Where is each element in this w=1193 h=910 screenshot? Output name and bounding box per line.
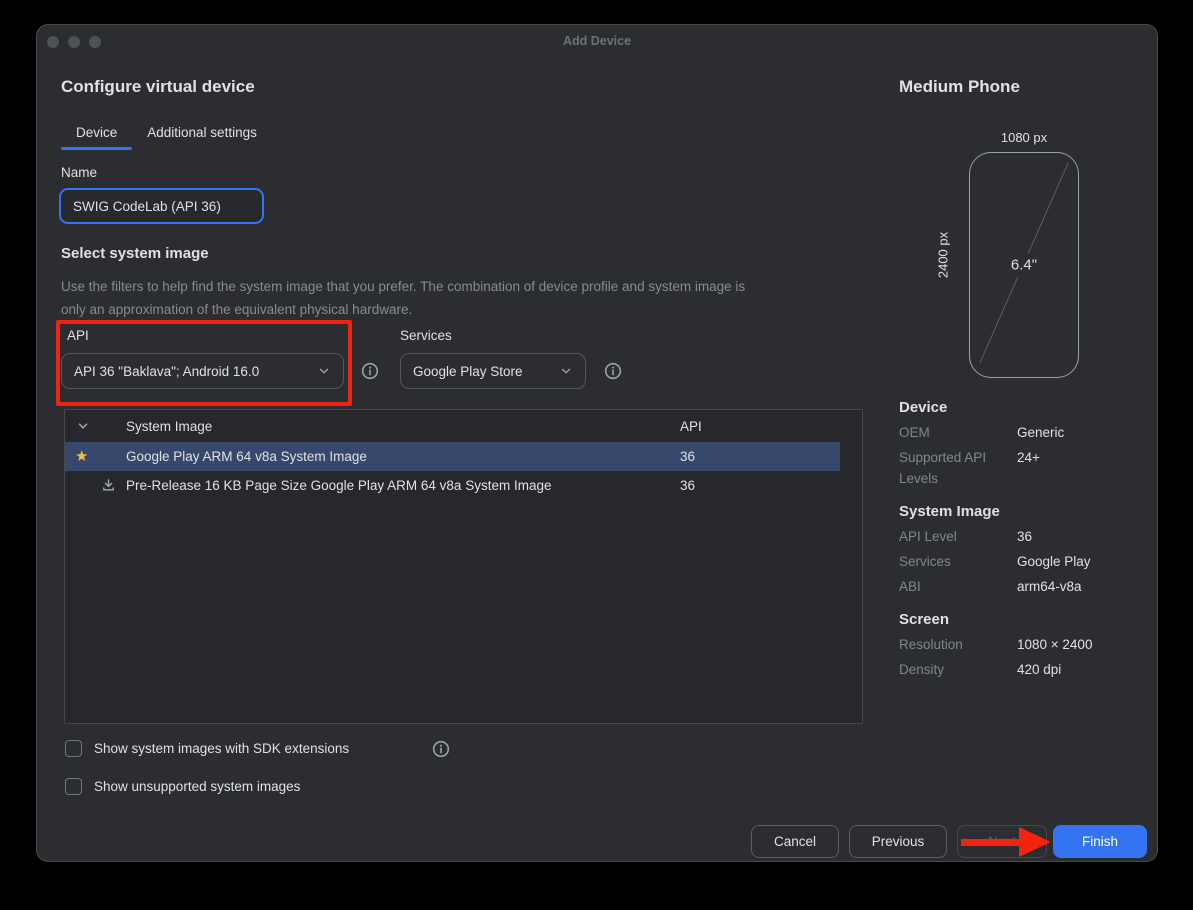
tab-device[interactable]: Device — [61, 119, 132, 150]
phone-outline: 6.4" — [969, 152, 1079, 378]
previous-button[interactable]: Previous — [849, 825, 947, 858]
tab-additional-settings[interactable]: Additional settings — [132, 119, 272, 150]
spec-value: 420 dpi — [1017, 659, 1161, 680]
diagram-height-label: 2400 px — [936, 232, 951, 278]
services-filter-dropdown[interactable]: Google Play Store — [400, 353, 586, 389]
page-title: Configure virtual device — [61, 77, 255, 97]
spec-label: OEM — [899, 422, 1017, 443]
spec-value: Generic — [1017, 422, 1161, 443]
api-filter-label: API — [67, 328, 89, 343]
name-label: Name — [61, 165, 97, 180]
add-device-dialog: Add Device Configure virtual device Devi… — [36, 24, 1158, 862]
unsupported-images-checkbox[interactable] — [65, 778, 82, 795]
spec-label: ABI — [899, 576, 1017, 597]
chevron-down-icon — [559, 364, 573, 378]
table-row[interactable]: ★ Google Play ARM 64 v8a System Image 36 — [65, 442, 840, 471]
spec-value: 24+ — [1017, 447, 1161, 468]
download-icon — [101, 478, 116, 493]
spec-value: Google Play — [1017, 551, 1161, 572]
unsupported-images-label: Show unsupported system images — [94, 779, 300, 794]
star-icon: ★ — [75, 449, 88, 464]
select-system-image-heading: Select system image — [61, 245, 209, 262]
api-filter-value: API 36 "Baklava"; Android 16.0 — [74, 364, 259, 379]
sdk-extensions-checkbox[interactable] — [65, 740, 82, 757]
api-info-icon[interactable] — [361, 362, 379, 380]
spec-value: 36 — [1017, 526, 1161, 547]
next-button-disabled: Next — [957, 825, 1047, 858]
device-diagram: 1080 px 2400 px 6.4" — [899, 105, 1161, 385]
name-input[interactable] — [59, 188, 264, 224]
spec-label: Density — [899, 659, 1017, 680]
system-image-api: 36 — [680, 478, 862, 493]
diagram-width-label: 1080 px — [969, 130, 1079, 145]
diagram-screen-size-label: 6.4" — [1005, 254, 1043, 277]
finish-button[interactable]: Finish — [1053, 825, 1147, 858]
system-image-api: 36 — [680, 449, 840, 464]
device-details-panel: Medium Phone 1080 px 2400 px 6.4" Device… — [899, 77, 1161, 684]
select-system-image-description: Use the filters to help find the system … — [61, 275, 761, 321]
device-profile-name: Medium Phone — [899, 77, 1161, 97]
services-filter-value: Google Play Store — [413, 364, 523, 379]
services-filter-label: Services — [400, 328, 452, 343]
table-header-row: System Image API — [65, 410, 862, 442]
device-spec-section: Device OEM Generic Supported API Levels … — [899, 399, 1161, 489]
chevron-down-icon — [317, 364, 331, 378]
table-row[interactable]: Pre-Release 16 KB Page Size Google Play … — [65, 471, 862, 500]
device-section-heading: Device — [899, 399, 1161, 416]
screen-section-heading: Screen — [899, 611, 1161, 628]
sdk-extensions-info-icon[interactable] — [432, 740, 450, 758]
sdk-extensions-checkbox-row: Show system images with SDK extensions — [65, 740, 349, 757]
system-image-name: Google Play ARM 64 v8a System Image — [126, 449, 680, 464]
api-filter-dropdown[interactable]: API 36 "Baklava"; Android 16.0 — [61, 353, 344, 389]
system-image-name: Pre-Release 16 KB Page Size Google Play … — [126, 478, 680, 493]
system-image-spec-section: System Image API Level 36 Services Googl… — [899, 503, 1161, 597]
system-image-table: System Image API ★ Google Play ARM 64 v8… — [64, 409, 863, 724]
spec-value: 1080 × 2400 — [1017, 634, 1161, 655]
tab-bar: Device Additional settings — [61, 119, 272, 150]
expand-chevron-icon[interactable] — [77, 420, 89, 432]
screen-spec-section: Screen Resolution 1080 × 2400 Density 42… — [899, 611, 1161, 680]
spec-label: Services — [899, 551, 1017, 572]
sdk-extensions-label: Show system images with SDK extensions — [94, 741, 349, 756]
column-header-api[interactable]: API — [680, 419, 862, 434]
spec-value: arm64-v8a — [1017, 576, 1161, 597]
spec-label: API Level — [899, 526, 1017, 547]
title-bar: Add Device — [37, 25, 1157, 57]
window-title: Add Device — [37, 34, 1157, 48]
system-image-section-heading: System Image — [899, 503, 1161, 520]
services-info-icon[interactable] — [604, 362, 622, 380]
spec-label: Supported API Levels — [899, 447, 1017, 489]
cancel-button[interactable]: Cancel — [751, 825, 839, 858]
column-header-system-image[interactable]: System Image — [126, 419, 680, 434]
unsupported-images-checkbox-row: Show unsupported system images — [65, 778, 300, 795]
spec-label: Resolution — [899, 634, 1017, 655]
